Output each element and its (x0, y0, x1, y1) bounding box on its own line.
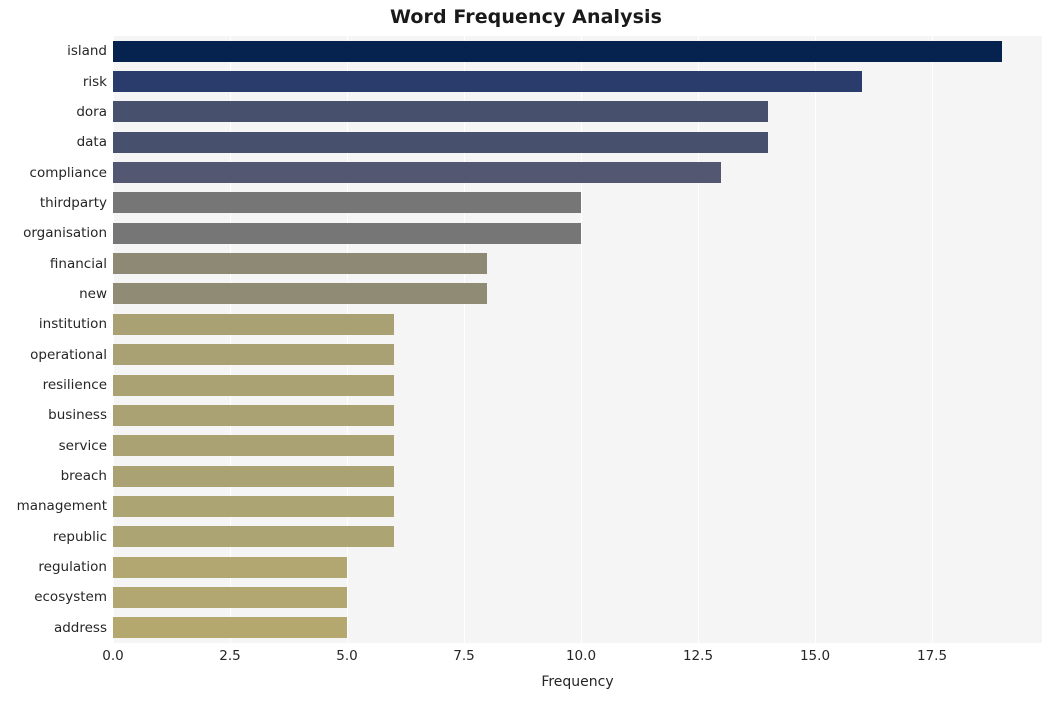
y-tick-label: financial (49, 255, 107, 272)
bar (113, 556, 347, 578)
bar (113, 283, 488, 305)
x-tick-label: 7.5 (453, 648, 475, 664)
y-tick-label: operational (30, 346, 107, 363)
bar (113, 617, 347, 639)
x-tick-label: 15.0 (799, 648, 831, 664)
bar (113, 374, 394, 396)
y-tick-label: island (67, 43, 107, 60)
y-tick-label: regulation (38, 559, 107, 576)
y-tick-label: business (48, 407, 107, 424)
bars-layer (113, 36, 1042, 643)
bar (113, 192, 581, 214)
y-tick-label: risk (82, 73, 107, 90)
bar (113, 526, 394, 548)
bar (113, 40, 1003, 62)
bar (113, 313, 394, 335)
chart-title: Word Frequency Analysis (389, 6, 663, 28)
x-axis-tick-labels: 0.0 2.5 5.0 7.5 10.0 12.5 15.0 17.5 (102, 648, 1042, 670)
x-tick-label: 17.5 (916, 648, 948, 664)
x-axis-title: Frequency (541, 674, 614, 690)
bar (113, 404, 394, 426)
bar (113, 344, 394, 366)
bar (113, 71, 862, 93)
bar (113, 162, 722, 184)
y-tick-label: dora (76, 103, 107, 120)
bar (113, 222, 581, 244)
y-tick-label: institution (38, 316, 107, 333)
y-tick-label: address (53, 619, 107, 636)
x-tick-label: 12.5 (682, 648, 714, 664)
y-tick-label: republic (52, 528, 107, 545)
y-tick-label: breach (60, 468, 107, 485)
x-tick-label: 0.0 (102, 648, 124, 664)
y-tick-label: organisation (23, 225, 107, 242)
y-tick-label: resilience (42, 377, 107, 394)
bar (113, 435, 394, 457)
chart-figure: Word Frequency Analysis island risk dora da… (0, 0, 1052, 701)
y-axis-tick-labels: island risk dora data compliance thirdparty or… (0, 36, 107, 643)
y-tick-label: compliance (29, 164, 107, 181)
x-tick-label: 2.5 (219, 648, 241, 664)
x-tick-label: 5.0 (336, 648, 358, 664)
y-tick-label: thirdparty (39, 194, 107, 211)
y-tick-label: management (16, 498, 107, 515)
y-tick-label: data (76, 134, 107, 151)
bar (113, 495, 394, 517)
y-tick-label: new (79, 285, 107, 302)
x-tick-label: 10.0 (565, 648, 597, 664)
bar (113, 101, 769, 123)
bar (113, 586, 347, 608)
bar (113, 465, 394, 487)
y-tick-label: service (58, 437, 107, 454)
y-tick-label: ecosystem (34, 589, 107, 606)
bar (113, 131, 769, 153)
bar (113, 253, 488, 275)
